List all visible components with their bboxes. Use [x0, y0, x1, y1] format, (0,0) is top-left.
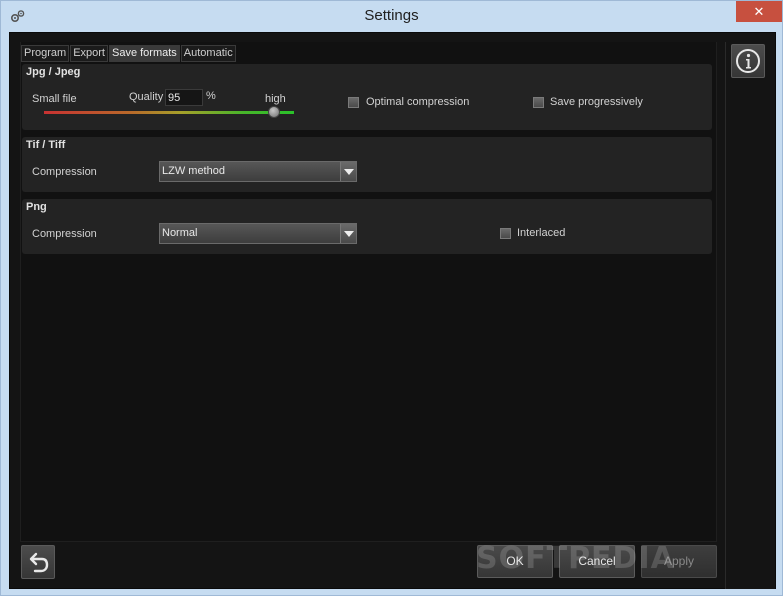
close-button[interactable]: ✕ [736, 1, 782, 22]
settings-side-pane [725, 42, 775, 589]
quality-input[interactable] [165, 89, 203, 106]
tab-automatic[interactable]: Automatic [180, 45, 236, 62]
chevron-down-icon[interactable] [340, 162, 356, 181]
window-title: Settings [364, 7, 419, 24]
optimal-compression-checkbox[interactable] [348, 97, 359, 108]
quality-label: Quality [129, 91, 164, 103]
jpeg-group: Jpg / Jpeg Small file Quality % high Opt… [22, 64, 712, 130]
tiff-group: Tif / Tiff Compression LZW method [22, 137, 712, 192]
cancel-button[interactable]: Cancel [559, 545, 635, 578]
settings-window: Settings ✕ Program Export Save formats A… [0, 0, 783, 596]
tiff-group-title: Tif / Tiff [26, 139, 66, 151]
title-bar[interactable]: Settings ✕ [1, 1, 782, 32]
apply-button[interactable]: Apply [641, 545, 717, 578]
save-progressively-checkbox[interactable] [533, 97, 544, 108]
tab-export[interactable]: Export [70, 45, 108, 62]
save-progressively-label: Save progressively [550, 96, 643, 108]
small-file-label: Small file [32, 93, 77, 105]
png-group-title: Png [26, 201, 47, 213]
settings-tabs: Program Export Save formats Automatic [21, 45, 237, 62]
high-label: high [265, 93, 286, 105]
interlaced-label: Interlaced [517, 227, 566, 239]
tiff-compression-label: Compression [32, 166, 97, 178]
tab-save-formats[interactable]: Save formats [108, 45, 180, 62]
close-icon: ✕ [753, 4, 765, 19]
tiff-compression-value: LZW method [162, 165, 225, 177]
info-icon [736, 49, 760, 73]
quality-slider-handle[interactable] [268, 106, 280, 118]
png-compression-label: Compression [32, 228, 97, 240]
jpeg-group-title: Jpg / Jpeg [26, 66, 81, 78]
info-button[interactable] [731, 44, 765, 78]
interlaced-checkbox[interactable] [500, 228, 511, 239]
optimal-compression-label: Optimal compression [366, 96, 470, 108]
ok-button[interactable]: OK [477, 545, 553, 578]
png-group: Png Compression Normal Interlaced [22, 199, 712, 254]
chevron-down-icon[interactable] [340, 224, 356, 243]
undo-arrow-icon [29, 552, 49, 573]
back-button[interactable] [21, 545, 55, 579]
percent-label: % [206, 90, 216, 102]
png-compression-dropdown[interactable]: Normal [159, 223, 357, 244]
tab-program[interactable]: Program [21, 45, 70, 62]
tiff-compression-dropdown[interactable]: LZW method [159, 161, 357, 182]
png-compression-value: Normal [162, 227, 198, 239]
quality-slider-track[interactable] [44, 111, 294, 114]
settings-client-area: Program Export Save formats Automatic Jp… [9, 32, 776, 589]
